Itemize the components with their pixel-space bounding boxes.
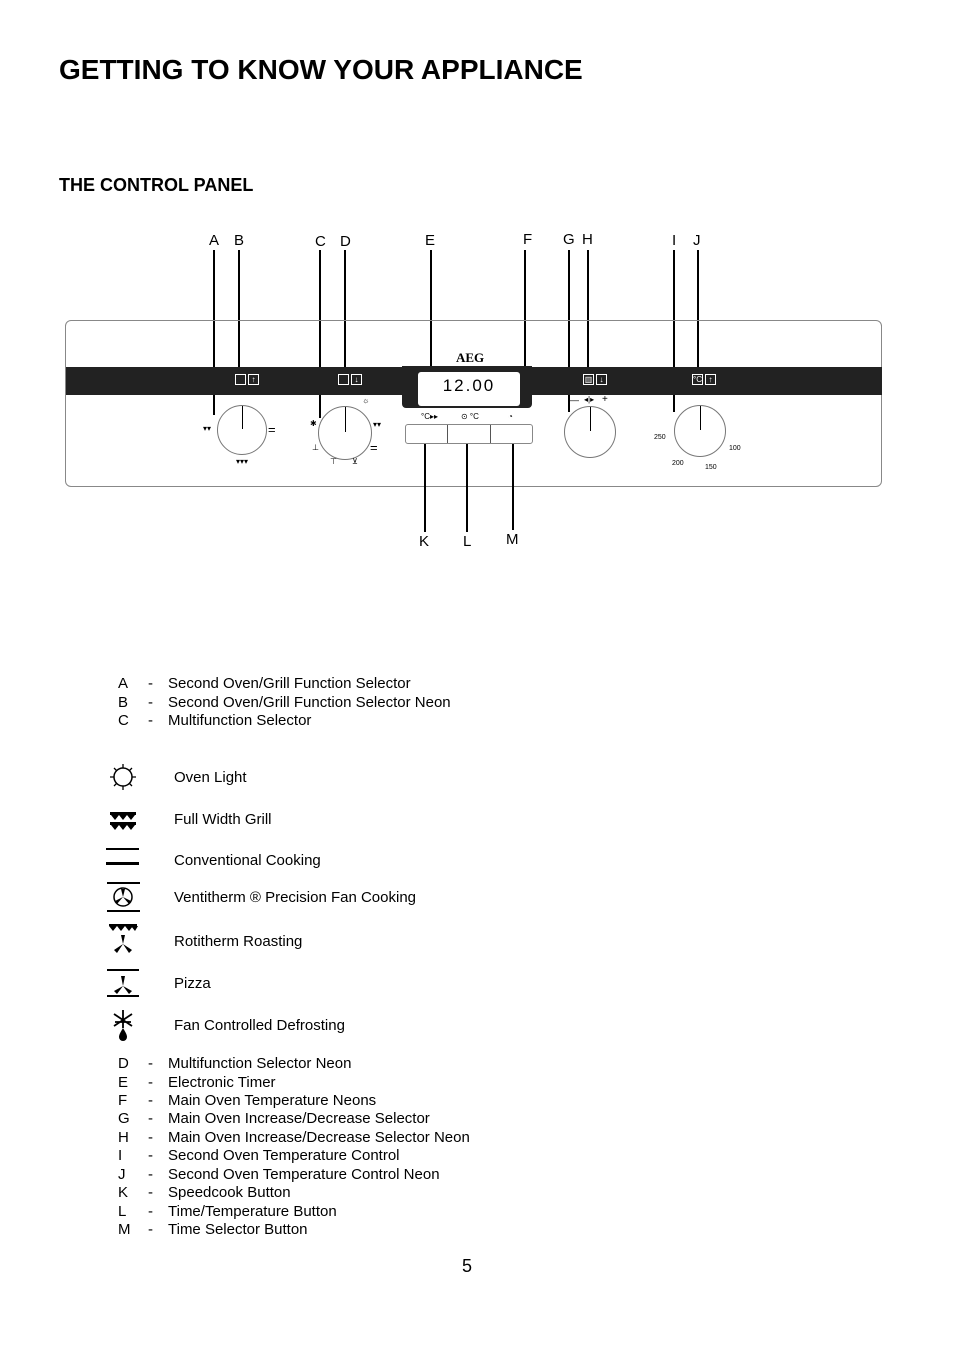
grill-full-icon: ▾▾▾	[236, 457, 249, 466]
callout-l: L	[463, 533, 472, 550]
time-temp-symbol: ⊙ °C	[461, 412, 479, 421]
brand-logo: AEG	[456, 350, 485, 365]
callout-b: B	[234, 232, 245, 249]
function-item: Rotitherm Roasting	[106, 924, 302, 958]
neon-j: °C ↑	[692, 374, 716, 387]
fan-cooking-icon	[107, 882, 140, 912]
legend-item: A - Second Oven/Grill Function Selector	[118, 675, 411, 692]
section-title: THE CONTROL PANEL	[59, 175, 254, 195]
neon-d: ↓	[338, 374, 362, 387]
conventional-icon: =	[268, 422, 276, 437]
callout-a: A	[209, 232, 220, 249]
temp-200: 200	[672, 460, 684, 467]
speedcook-button[interactable]	[406, 425, 449, 443]
temp-150: 150	[705, 464, 717, 471]
grill-icon: ▾▾	[373, 420, 382, 429]
dial-i[interactable]	[674, 405, 726, 457]
adjust-symbol: ◂|▸	[584, 395, 595, 404]
conventional-cooking-icon	[106, 848, 139, 865]
callout-k: K	[419, 533, 430, 550]
legend-item: M - Time Selector Button	[118, 1221, 308, 1238]
function-item: Fan Controlled Defrosting	[106, 1008, 345, 1042]
legend-item: C - Multifunction Selector	[118, 712, 312, 729]
function-item: Pizza	[106, 966, 211, 1000]
page-title: GETTING TO KNOW YOUR APPLIANCE	[59, 54, 583, 85]
time-selector-button[interactable]	[491, 425, 532, 443]
callout-g: G	[563, 231, 575, 248]
neon-h: ▥ ↓	[583, 374, 607, 387]
fan-icon: ⊻	[352, 457, 358, 466]
pizza-icon: ⊥	[312, 443, 319, 452]
callout-i: I	[672, 232, 677, 249]
page-number: 5	[462, 1256, 473, 1276]
pizza-icon	[107, 969, 139, 997]
temp-100: 100	[729, 445, 741, 452]
legend-item: F - Main Oven Temperature Neons	[118, 1092, 377, 1109]
increase-symbol: +	[602, 394, 608, 405]
dial-c[interactable]	[318, 406, 372, 460]
fan-defrost-icon	[113, 1010, 133, 1041]
defrost-icon: ✱	[310, 419, 317, 428]
grill-half-icon: ▾▾	[203, 424, 212, 433]
timer-display: 12.00	[418, 372, 520, 406]
dial-g[interactable]	[564, 406, 616, 458]
roast-icon: ⊤	[330, 457, 337, 466]
legend-item: K - Speedcook Button	[118, 1184, 291, 1201]
callout-h: H	[582, 231, 593, 248]
temp-250: 250	[654, 434, 666, 441]
legend-item: J - Second Oven Temperature Control Neon	[118, 1166, 440, 1183]
callout-e: E	[425, 232, 436, 249]
legend-item: E - Electronic Timer	[118, 1074, 276, 1091]
speedcook-symbol: °C▸▸	[421, 412, 439, 421]
full-width-grill-icon	[110, 812, 136, 830]
neon-b: ↑	[235, 374, 259, 387]
legend-item: L - Time/Temperature Button	[118, 1203, 337, 1220]
timer-symbol: ◔	[508, 412, 513, 421]
conventional-icon: =	[370, 440, 378, 455]
function-item: Oven Light	[106, 760, 247, 794]
legend-item: B - Second Oven/Grill Function Selector Ne…	[118, 694, 451, 711]
function-item: Conventional Cooking	[106, 843, 321, 877]
time-temperature-button[interactable]	[448, 425, 491, 443]
leader-line-m	[512, 444, 514, 530]
callout-f: F	[523, 231, 533, 248]
legend-item: D - Multifunction Selector Neon	[118, 1055, 352, 1072]
decrease-symbol: —	[570, 395, 579, 405]
leader-line-l	[466, 444, 468, 532]
oven-light-icon	[110, 764, 136, 790]
dial-a[interactable]	[217, 405, 267, 455]
legend-item: G - Main Oven Increase/Decrease Selector	[118, 1110, 430, 1127]
display-time: 12.00	[442, 376, 496, 395]
callout-c: C	[315, 233, 326, 250]
legend-item: H - Main Oven Increase/Decrease Selector N…	[118, 1129, 470, 1146]
callout-d: D	[340, 233, 351, 250]
rotitherm-roasting-icon	[109, 924, 138, 953]
callout-j: J	[693, 232, 701, 249]
legend-item: I - Second Oven Temperature Control	[118, 1147, 400, 1164]
function-item: Full Width Grill	[106, 802, 272, 836]
light-icon: ☼	[362, 396, 370, 405]
button-row	[405, 424, 533, 444]
leader-line-k	[424, 444, 426, 532]
function-item: Ventitherm ® Precision Fan Cooking	[106, 880, 416, 914]
callout-m: M	[506, 531, 519, 548]
